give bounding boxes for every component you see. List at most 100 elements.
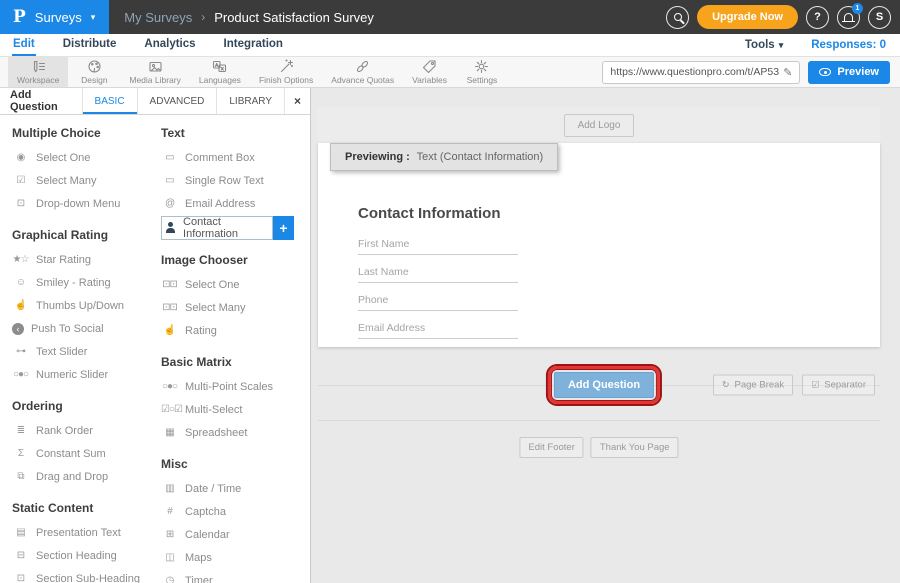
help-button[interactable]: ? xyxy=(806,6,829,29)
panel-item-select-many[interactable]: ☑Select Many xyxy=(12,169,155,192)
panel-item-constant-sum[interactable]: ΣConstant Sum xyxy=(12,442,155,465)
multi-point-icon: ○●○ xyxy=(161,381,178,392)
survey-url-field[interactable]: https://www.questionpro.com/t/AP53kZgUI … xyxy=(602,61,800,84)
notifications-button[interactable]: 1 xyxy=(837,6,860,29)
product-name: Surveys xyxy=(35,10,82,25)
panel-item-label: Email Address xyxy=(185,198,255,210)
section-title-image-chooser: Image Chooser xyxy=(161,253,310,267)
panel-item-label: Comment Box xyxy=(185,152,255,164)
user-avatar[interactable]: S xyxy=(868,6,891,29)
panel-item-captcha[interactable]: #Captcha xyxy=(161,500,310,523)
tab-advanced[interactable]: ADVANCED xyxy=(137,88,217,114)
chevron-down-icon: ▾ xyxy=(779,40,784,51)
translate-icon xyxy=(212,59,227,74)
panel-item-rank-order[interactable]: ≣Rank Order xyxy=(12,419,155,442)
panel-item-label: Constant Sum xyxy=(36,448,106,460)
spreadsheet-icon: ▦ xyxy=(161,427,178,438)
search-button[interactable] xyxy=(666,6,689,29)
panel-item-maps[interactable]: ◫Maps xyxy=(161,546,310,569)
panel-item-label: Select Many xyxy=(36,175,97,187)
toolbar-media-library[interactable]: Media Library xyxy=(120,57,190,87)
preview-button[interactable]: Preview xyxy=(808,61,890,84)
toolbar-settings[interactable]: Settings xyxy=(456,57,508,87)
toolbar-variables[interactable]: Variables xyxy=(403,57,456,87)
panel-item-calendar[interactable]: ⊞Calendar xyxy=(161,523,310,546)
panel-item-email-address[interactable]: @Email Address xyxy=(161,192,310,215)
form-field-email-address[interactable]: Email Address xyxy=(358,322,518,339)
separator-button[interactable]: ☑ Separator xyxy=(802,375,875,396)
upgrade-now-button[interactable]: Upgrade Now xyxy=(697,5,798,29)
panel-item-single-row-text[interactable]: ▭Single Row Text xyxy=(161,169,310,192)
survey-nav: Edit Distribute Analytics Integration To… xyxy=(0,34,900,57)
page-break-button[interactable]: ↻ Page Break xyxy=(713,375,793,396)
panel-item-smiley-rating[interactable]: ☺Smiley - Rating xyxy=(12,271,155,294)
panel-item-multi-select[interactable]: ☑○☑Multi-Select xyxy=(161,398,310,421)
panel-item-comment-box[interactable]: ▭Comment Box xyxy=(161,146,310,169)
panel-item-label: Section Sub-Heading xyxy=(36,573,140,583)
responses-count[interactable]: Responses: 0 xyxy=(811,39,886,51)
panel-column-0: Multiple Choice◉Select One☑Select Many⊡D… xyxy=(0,119,155,583)
maps-icon: ◫ xyxy=(161,552,178,563)
toolbar-advance-quotas[interactable]: Advance Quotas xyxy=(322,57,403,87)
tools-label: Tools xyxy=(745,39,775,51)
panel-item-push-to-social[interactable]: ‹Push To Social xyxy=(12,317,155,340)
nav-tab-edit[interactable]: Edit xyxy=(12,34,36,56)
panel-item-drop-down-menu[interactable]: ⊡Drop-down Menu xyxy=(12,192,155,215)
edit-footer-button[interactable]: Edit Footer xyxy=(519,437,583,458)
add-question-panel: Add Question BASIC ADVANCED LIBRARY × Mu… xyxy=(0,88,311,583)
section-multiple-choice: Multiple Choice◉Select One☑Select Many⊡D… xyxy=(12,126,155,215)
thumbs-icon: ☝ xyxy=(12,300,29,311)
add-logo-button[interactable]: Add Logo xyxy=(564,114,635,137)
panel-item-label: Thumbs Up/Down xyxy=(36,300,124,312)
panel-item-thumbs-up-down[interactable]: ☝ Thumbs Up/Down xyxy=(12,294,155,317)
edit-toolbar: Workspace Design Media Library Languages… xyxy=(0,57,900,88)
panel-item-multi-point-scales[interactable]: ○●○Multi-Point Scales xyxy=(161,375,310,398)
edit-url-icon[interactable]: ✎ xyxy=(783,66,792,79)
panel-item-label: Spreadsheet xyxy=(185,427,247,439)
panel-item-contact-information[interactable]: Contact Information xyxy=(161,216,273,240)
date-time-icon: ▥ xyxy=(161,483,178,494)
tab-library[interactable]: LIBRARY xyxy=(216,88,284,114)
panel-item-star-rating[interactable]: ★☆Star Rating xyxy=(12,248,155,271)
panel-item-section-heading[interactable]: ⊟Section Heading xyxy=(12,544,155,567)
form-field-first-name[interactable]: First Name xyxy=(358,238,518,255)
panel-close-button[interactable]: × xyxy=(284,88,310,114)
panel-item-text-slider[interactable]: ⊶Text Slider xyxy=(12,340,155,363)
nav-tab-distribute[interactable]: Distribute xyxy=(62,34,118,56)
panel-item-section-sub-heading[interactable]: ⊡Section Sub-Heading xyxy=(12,567,155,583)
captcha-icon: # xyxy=(161,506,178,517)
panel-item-date-time[interactable]: ▥Date / Time xyxy=(161,477,310,500)
app-menu[interactable]: P Surveys ▾ xyxy=(0,0,109,34)
panel-item-presentation-text[interactable]: ▤Presentation Text xyxy=(12,521,155,544)
panel-item-select-one[interactable]: ⊡⊡Select One xyxy=(161,273,310,296)
tools-menu[interactable]: Tools ▾ xyxy=(745,39,783,51)
nav-tab-analytics[interactable]: Analytics xyxy=(143,34,196,56)
toolbar-design[interactable]: Design xyxy=(68,57,120,87)
add-selected-question-button[interactable]: + xyxy=(273,216,294,240)
main-area: Add Question BASIC ADVANCED LIBRARY × Mu… xyxy=(0,88,900,583)
panel-item-spreadsheet[interactable]: ▦ Spreadsheet xyxy=(161,421,310,444)
workspace-icon xyxy=(31,59,46,74)
form-field-phone[interactable]: Phone xyxy=(358,294,518,311)
toolbar-workspace[interactable]: Workspace xyxy=(8,57,68,87)
panel-item-select-many[interactable]: ⊡⊡Select Many xyxy=(161,296,310,319)
panel-item-timer[interactable]: ◷Timer xyxy=(161,569,310,583)
panel-item-numeric-slider[interactable]: ○●○Numeric Slider xyxy=(12,363,155,386)
panel-item-rating[interactable]: ☝Rating xyxy=(161,319,310,342)
design-palette-icon xyxy=(87,59,102,74)
panel-item-select-one[interactable]: ◉Select One xyxy=(12,146,155,169)
panel-item-drag-and-drop[interactable]: ⧉Drag and Drop xyxy=(12,465,155,488)
add-question-button[interactable]: Add Question xyxy=(554,372,654,398)
gear-icon xyxy=(474,59,489,74)
thank-you-page-button[interactable]: Thank You Page xyxy=(591,437,679,458)
question-title: Contact Information xyxy=(358,205,518,222)
form-field-last-name[interactable]: Last Name xyxy=(358,266,518,283)
toolbar-finish-options[interactable]: Finish Options xyxy=(250,57,322,87)
toolbar-languages[interactable]: Languages xyxy=(190,57,250,87)
panel-item-label: Smiley - Rating xyxy=(36,277,111,289)
nav-tab-integration[interactable]: Integration xyxy=(223,34,284,56)
breadcrumb-my-surveys[interactable]: My Surveys xyxy=(124,10,192,25)
help-icon: ? xyxy=(814,11,821,23)
numeric-slider-icon: ○●○ xyxy=(12,369,29,380)
tab-basic[interactable]: BASIC xyxy=(82,88,137,114)
